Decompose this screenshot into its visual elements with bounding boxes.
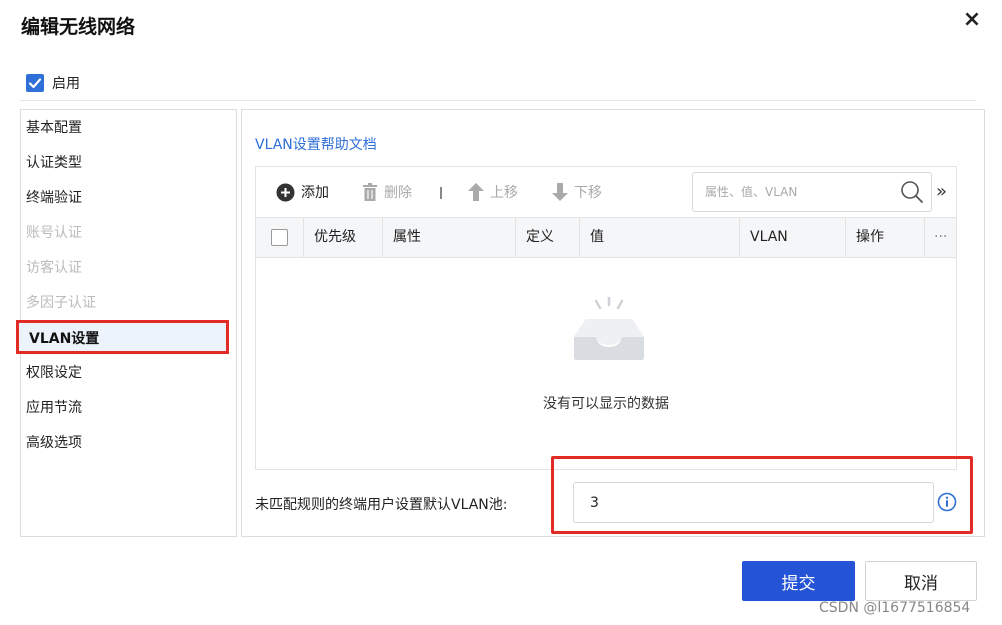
expand-toolbar-icon[interactable]: » xyxy=(936,181,947,202)
grid-search xyxy=(692,172,932,212)
submit-button[interactable]: 提交 xyxy=(742,561,855,601)
sidebar-item-auth-type[interactable]: 认证类型 xyxy=(26,152,82,174)
empty-state-text: 没有可以显示的数据 xyxy=(543,396,669,412)
cancel-button[interactable]: 取消 xyxy=(865,561,977,601)
enable-label: 启用 xyxy=(52,76,80,92)
sidebar-item-advanced-options[interactable]: 高级选项 xyxy=(26,432,82,454)
header-divider xyxy=(20,100,976,101)
settings-sidebar: 基本配置 认证类型 终端验证 账号认证 访客认证 多因子认证 VLAN设置 权限… xyxy=(16,109,237,537)
toolbar-separator xyxy=(440,187,442,199)
trash-icon xyxy=(363,183,377,201)
arrow-down-icon xyxy=(552,183,568,201)
checkmark-icon xyxy=(28,78,42,89)
vlan-settings-panel: VLAN设置帮助文档 添加 删除 上移 下移 属性、值、VLAN » 优先级 属… xyxy=(241,109,985,537)
select-all-checkbox[interactable] xyxy=(271,229,288,246)
edit-wireless-network-dialog: 编辑无线网络 × 启用 基本配置 认证类型 终端验证 账号认证 访客认证 多因子… xyxy=(0,0,1002,625)
column-attribute[interactable]: 属性 xyxy=(383,218,516,257)
sidebar-item-permission-settings[interactable]: 权限设定 xyxy=(26,362,82,384)
column-actions[interactable]: 操作 xyxy=(846,218,925,257)
default-vlan-label: 未匹配规则的终端用户设置默认VLAN池: xyxy=(255,497,508,513)
move-down-button[interactable]: 下移 xyxy=(552,180,602,204)
enable-row[interactable]: 启用 xyxy=(26,73,80,93)
sidebar-item-account-auth: 账号认证 xyxy=(26,225,82,241)
add-button-label: 添加 xyxy=(301,185,329,201)
sidebar-item-basic-config[interactable]: 基本配置 xyxy=(26,117,82,139)
move-up-button-label: 上移 xyxy=(490,185,518,201)
column-menu-icon[interactable]: ··· xyxy=(925,218,956,257)
add-button[interactable]: 添加 xyxy=(276,180,329,204)
table-header: 优先级 属性 定义 值 VLAN 操作 ··· xyxy=(256,217,956,258)
vlan-rules-grid: 添加 删除 上移 下移 属性、值、VLAN » 优先级 属性 定义 值 VLAN… xyxy=(255,166,957,470)
column-vlan[interactable]: VLAN xyxy=(740,218,846,257)
move-up-button[interactable]: 上移 xyxy=(468,180,518,204)
search-input[interactable] xyxy=(705,182,885,202)
enable-checkbox[interactable] xyxy=(26,74,44,92)
info-icon[interactable] xyxy=(937,492,957,512)
delete-button-label: 删除 xyxy=(384,185,412,201)
column-definition[interactable]: 定义 xyxy=(516,218,580,257)
search-icon[interactable] xyxy=(901,181,923,203)
default-vlan-input[interactable] xyxy=(573,482,934,523)
sidebar-item-endpoint-verification[interactable]: 终端验证 xyxy=(26,187,82,209)
grid-toolbar: 添加 删除 上移 下移 属性、值、VLAN » xyxy=(256,167,956,217)
column-value[interactable]: 值 xyxy=(580,218,740,257)
arrow-up-icon xyxy=(468,183,484,201)
sidebar-item-vlan-settings[interactable]: VLAN设置 xyxy=(16,320,229,354)
vlan-help-link[interactable]: VLAN设置帮助文档 xyxy=(255,134,377,154)
dialog-title: 编辑无线网络 xyxy=(21,16,136,38)
sidebar-item-multi-factor-auth: 多因子认证 xyxy=(26,295,96,311)
watermark-text: CSDN @l1677516854 xyxy=(819,600,971,616)
close-icon[interactable]: × xyxy=(960,8,984,32)
column-priority[interactable]: 优先级 xyxy=(304,218,383,257)
move-down-button-label: 下移 xyxy=(574,185,602,201)
header-select-cell xyxy=(256,218,304,257)
sidebar-item-app-throttling[interactable]: 应用节流 xyxy=(26,397,82,419)
plus-circle-icon xyxy=(276,183,295,201)
sidebar-item-guest-auth: 访客认证 xyxy=(26,260,82,276)
delete-button[interactable]: 删除 xyxy=(362,180,412,204)
empty-inbox-icon xyxy=(574,297,644,360)
